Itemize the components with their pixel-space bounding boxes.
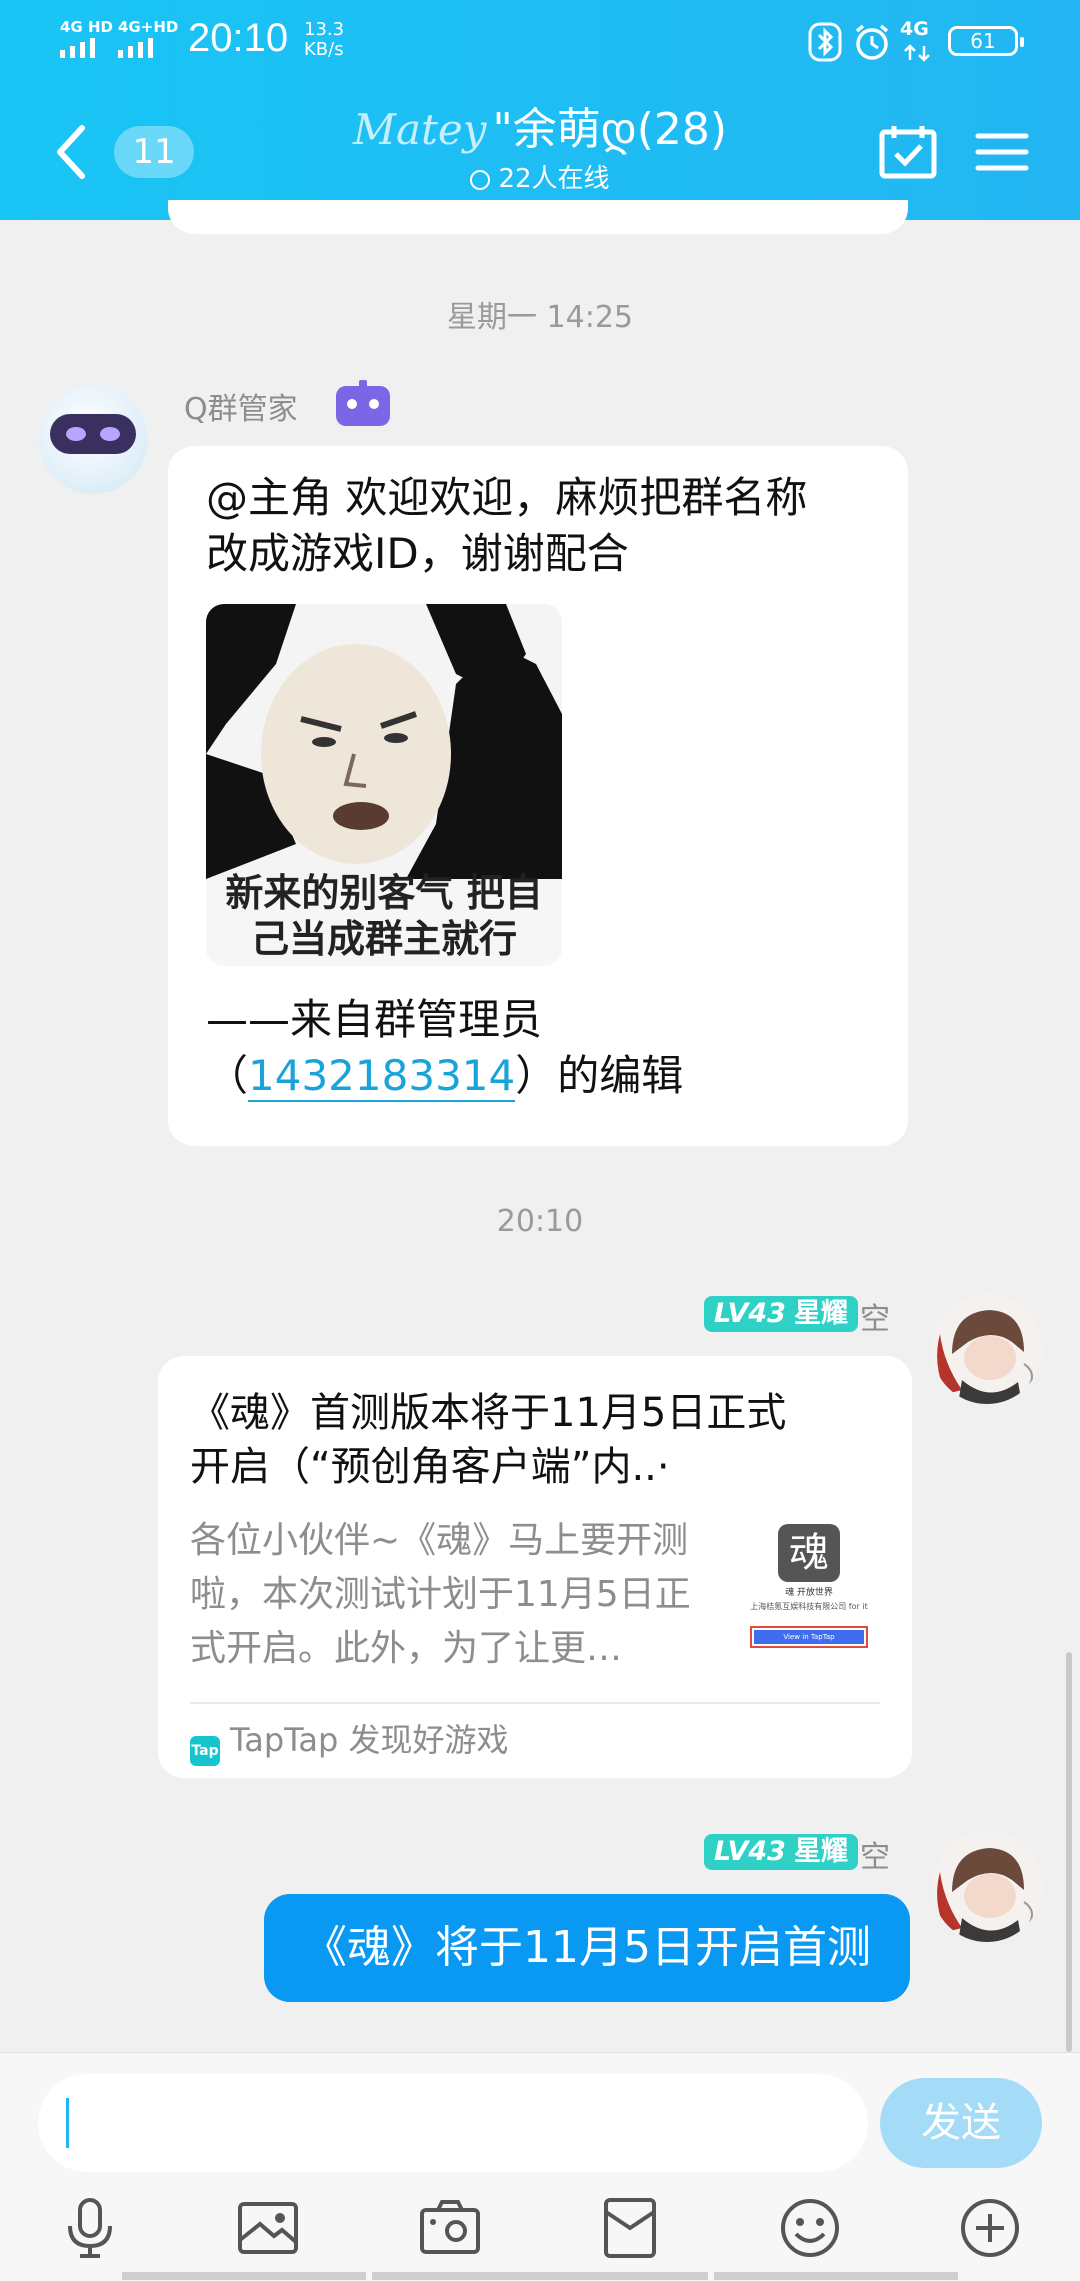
signal-label-2: 4G+HD — [118, 18, 179, 36]
group-name: "余萌დ(28) — [492, 104, 728, 155]
bot-sender-name: Q群管家 — [184, 392, 298, 427]
send-button[interactable]: 发送 — [880, 2078, 1042, 2168]
card-desc-line: 各位小伙伴~《魂》马上要开测 — [190, 1520, 689, 1561]
level-badge: LV43 星耀 — [704, 1834, 858, 1870]
bot-message-line: 改成游戏ID，谢谢配合 — [206, 529, 629, 578]
thumb-button: View in TapTap — [754, 1630, 864, 1644]
signature-close: ）的编辑 — [515, 1051, 684, 1100]
level-badge: LV43 星耀 — [704, 1296, 858, 1332]
card-title-line: 开启（“预创角客户端”内..· — [190, 1444, 670, 1490]
menu-icon[interactable] — [972, 122, 1032, 182]
thumb-frame: View in TapTap — [750, 1626, 868, 1648]
card-divider — [190, 1702, 880, 1704]
battery-indicator: 61 — [948, 26, 1024, 56]
panda-sticker-image[interactable]: 新来的别客气 把自 己当成群主就行 — [206, 604, 562, 966]
brand-logo: Matey — [352, 105, 487, 154]
emoji-icon[interactable] — [778, 2196, 842, 2260]
online-check-icon — [470, 170, 491, 190]
bot-avatar[interactable] — [38, 384, 148, 494]
thumb-subtitle: 魂 开放世界 — [785, 1588, 833, 1598]
data-arrows-icon — [904, 44, 930, 62]
image-icon[interactable] — [236, 2196, 300, 2260]
source-text: TapTap 发现好游戏 — [230, 1721, 509, 1759]
signature-open: （ — [206, 1051, 249, 1100]
sticker-caption: 新来的别客气 把自 己当成群主就行 — [206, 870, 562, 962]
game-logo-icon: 魂 — [778, 1524, 840, 1582]
net-speed: 13.3 KB/s — [304, 20, 344, 60]
previous-message-bubble — [168, 200, 908, 234]
sticker-caption-line: 新来的别客气 把自 — [225, 871, 543, 915]
card-title-line: 《魂》首测版本将于11月5日正式 — [190, 1390, 787, 1436]
level-rank: 星耀 — [793, 1298, 848, 1329]
taptap-icon: Tap — [190, 1736, 220, 1766]
level-number: LV43 — [714, 1836, 786, 1867]
sticker-caption-line: 己当成群主就行 — [250, 917, 517, 961]
bluetooth-icon — [808, 22, 842, 62]
net-speed-unit: KB/s — [304, 39, 344, 60]
robot-badge-icon — [336, 380, 390, 426]
timestamp: 20:10 — [496, 1204, 584, 1239]
online-count-text: 22人在线 — [498, 164, 610, 194]
thumb-company: 上海桔氪互娱科技有限公司 for it — [750, 1602, 868, 1611]
user-nickname: 空 — [860, 1302, 890, 1337]
user-avatar[interactable] — [932, 1832, 1042, 1942]
anime-avatar-icon — [932, 1294, 1042, 1404]
level-number: LV43 — [714, 1298, 786, 1329]
gesture-bar — [714, 2272, 958, 2280]
gesture-bar — [122, 2272, 366, 2280]
signal-label-1: 4G HD — [60, 18, 113, 36]
clock: 20:10 — [188, 16, 289, 60]
alarm-icon — [855, 24, 889, 60]
network-type: 4G — [900, 18, 929, 40]
camera-icon[interactable] — [418, 2196, 482, 2260]
card-desc-line: 啦，本次测试计划于11月5日正 — [190, 1574, 691, 1615]
signal-icon-2 — [118, 38, 153, 58]
user-avatar[interactable] — [932, 1294, 1042, 1404]
scrollbar[interactable] — [1066, 1652, 1072, 2052]
bot-message-text: @主角 欢迎欢迎，麻烦把群名称 改成游戏ID，谢谢配合 — [206, 470, 886, 582]
message-input[interactable] — [38, 2074, 868, 2172]
text-cursor — [66, 2098, 69, 2148]
microphone-icon[interactable] — [58, 2196, 122, 2260]
user-nickname: 空 — [860, 1840, 890, 1875]
status-bar: 4G HD 4G+HD 20:10 13.3 KB/s 4G 61 — [0, 0, 1080, 80]
signature-line: （1432183314）的编辑 — [206, 1048, 886, 1104]
signal-icon-1 — [60, 38, 95, 58]
timestamp: 星期一 14:25 — [447, 300, 633, 335]
red-packet-icon[interactable] — [598, 2196, 662, 2260]
share-card-thumbnail: 魂 魂 开放世界 上海桔氪互娱科技有限公司 for it View in Tap… — [736, 1522, 882, 1662]
share-card-source: Tap TapTap 发现好游戏 — [190, 1718, 509, 1766]
share-card-description: 各位小伙伴~《魂》马上要开测 啦，本次测试计划于11月5日正 式开启。此外，为了… — [190, 1514, 720, 1676]
anime-avatar-icon — [932, 1832, 1042, 1942]
bot-message-line: @主角 欢迎欢迎，麻烦把群名称 — [206, 473, 808, 522]
robot-face-icon — [50, 414, 136, 454]
signature-prefix: ——来自群管理员 — [206, 995, 543, 1044]
share-card-title: 《魂》首测版本将于11月5日正式 开启（“预创角客户端”内..· — [190, 1386, 890, 1494]
admin-id-link[interactable]: 1432183314 — [248, 1051, 516, 1102]
level-rank: 星耀 — [793, 1836, 848, 1867]
net-speed-value: 13.3 — [304, 19, 345, 40]
user-message-bubble[interactable]: 《魂》将于11月5日开启首测 — [264, 1894, 910, 2002]
card-desc-line: 式开启。此外，为了让更… — [190, 1628, 623, 1669]
plus-icon[interactable] — [958, 2196, 1022, 2260]
gesture-bar — [372, 2272, 708, 2280]
admin-signature: ——来自群管理员 （1432183314）的编辑 — [206, 992, 886, 1104]
calendar-check-icon[interactable] — [878, 122, 938, 182]
chat-header: 4G HD 4G+HD 20:10 13.3 KB/s 4G 61 11 Mate… — [0, 0, 1080, 220]
